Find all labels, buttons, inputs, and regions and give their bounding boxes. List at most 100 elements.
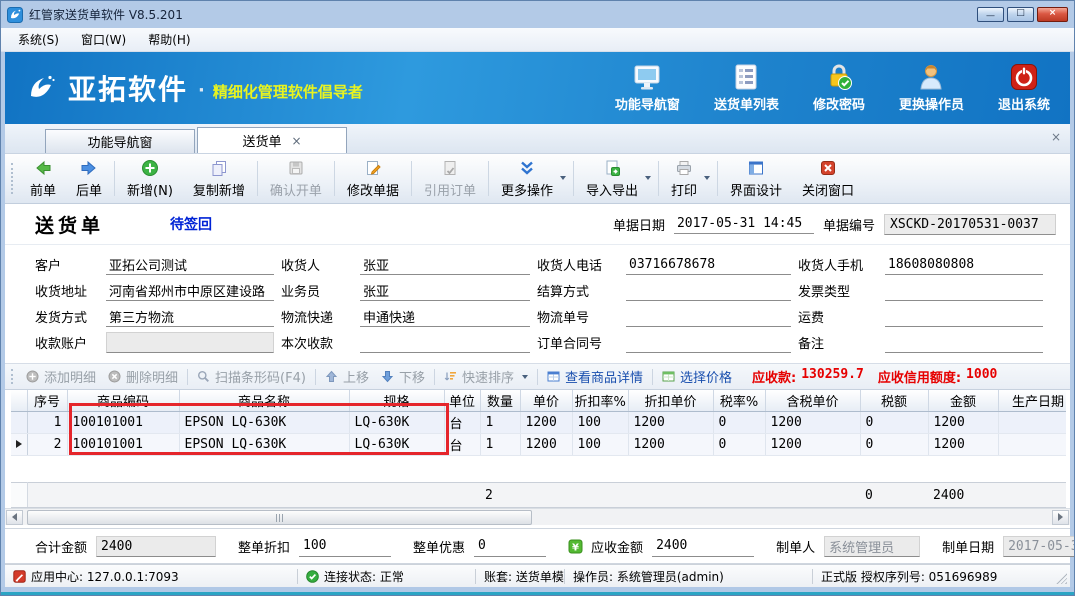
delete-detail-button[interactable]: 删除明细 [102, 365, 184, 388]
table-row[interactable]: 1100101001EPSON LQ-630KLQ-630K台112001001… [11, 411, 1066, 433]
function-nav-button[interactable]: 功能导航窗 [615, 63, 680, 113]
freight-field[interactable] [885, 306, 1043, 327]
column-header-2[interactable]: 商品名称 [179, 390, 349, 411]
dropdown-arrow-icon[interactable] [645, 176, 651, 180]
menu-item-1[interactable]: 窗口(W) [70, 28, 137, 51]
payment-account-field[interactable] [106, 332, 274, 353]
add-new-button[interactable]: 新增(N) [117, 156, 183, 201]
doc-reduction-field[interactable]: 0 [474, 536, 546, 557]
minimize-button[interactable]: — [977, 7, 1004, 22]
scrollbar-track[interactable] [24, 510, 1051, 525]
scan-barcode-button[interactable]: 扫描条形码(F4) [191, 365, 312, 388]
order-contract-field[interactable] [626, 332, 791, 353]
grid-cell[interactable]: 1200 [928, 433, 998, 455]
column-header-12[interactable]: 金额 [928, 390, 998, 411]
grid-cell[interactable]: 1 [480, 411, 520, 433]
delivery-method-field[interactable]: 第三方物流 [106, 306, 274, 327]
grid-cell[interactable]: 100 [572, 433, 628, 455]
menu-item-0[interactable]: 系统(S) [7, 28, 70, 51]
grid-cell[interactable]: 1200 [520, 411, 572, 433]
grid-cell[interactable]: EPSON LQ-630K [179, 433, 349, 455]
ui-design-button[interactable]: 界面设计 [720, 156, 792, 201]
grid-cell[interactable]: 1 [27, 411, 67, 433]
total-amount-field[interactable]: 2400 [96, 536, 216, 557]
column-header-10[interactable]: 含税单价 [765, 390, 860, 411]
view-product-detail-button[interactable]: 查看商品详情 [541, 365, 649, 388]
grid-cell[interactable]: 100 [572, 411, 628, 433]
change-password-button[interactable]: 修改密码 [813, 63, 865, 113]
column-header-0[interactable]: 序号 [27, 390, 67, 411]
column-header-4[interactable]: 单位 [444, 390, 480, 411]
grid-cell[interactable]: 1200 [628, 411, 713, 433]
receiver-field[interactable]: 张亚 [360, 254, 530, 275]
grid-cell[interactable]: EPSON LQ-630K [179, 411, 349, 433]
column-header-13[interactable]: 生产日期 [998, 390, 1066, 411]
import-export-button[interactable]: 导入导出 [576, 156, 656, 201]
delivery-list-button[interactable]: 送货单列表 [714, 63, 779, 113]
tab-function-nav[interactable]: 功能导航窗 [45, 129, 195, 153]
grid-cell[interactable]: 100101001 [67, 411, 179, 433]
grid-cell[interactable]: 1 [480, 433, 520, 455]
column-header-5[interactable]: 数量 [480, 390, 520, 411]
prev-doc-button[interactable]: 前单 [20, 156, 66, 201]
logistics-no-field[interactable] [626, 306, 791, 327]
confirm-open-button[interactable]: 确认开单 [260, 156, 332, 201]
logistics-express-field[interactable]: 申通快递 [360, 306, 530, 327]
move-down-button[interactable]: 下移 [375, 365, 431, 388]
maximize-button[interactable]: □ [1007, 7, 1034, 22]
customer-field[interactable]: 亚拓公司测试 [106, 254, 274, 275]
dropdown-arrow-icon[interactable] [522, 375, 528, 379]
grid-cell[interactable]: 0 [860, 433, 928, 455]
grid-cell[interactable]: LQ-630K [349, 411, 444, 433]
copy-add-button[interactable]: 复制新增 [183, 156, 255, 201]
salesman-field[interactable]: 张亚 [360, 280, 530, 301]
select-price-button[interactable]: 选择价格 [656, 365, 738, 388]
address-field[interactable]: 河南省郑州市中原区建设路 [106, 280, 274, 301]
tabstrip-close-icon[interactable]: × [1051, 131, 1061, 143]
switch-operator-button[interactable]: 更换操作员 [899, 63, 964, 113]
grid-cell[interactable]: 0 [860, 411, 928, 433]
print-button[interactable]: 打印 [661, 156, 715, 201]
quick-sort-button[interactable]: 快速排序 [438, 365, 534, 388]
tab-close-icon[interactable]: × [291, 135, 301, 147]
grid-cell[interactable]: 台 [444, 411, 480, 433]
column-header-7[interactable]: 折扣率% [572, 390, 628, 411]
doc-discount-field[interactable]: 100 [299, 536, 391, 557]
creator-field[interactable]: 系统管理员 [824, 536, 920, 557]
column-header-1[interactable]: 商品编码 [67, 390, 179, 411]
more-actions-button[interactable]: 更多操作 [491, 156, 571, 201]
grid-cell[interactable]: 1200 [520, 433, 572, 455]
close-window-button[interactable]: 关闭窗口 [792, 156, 864, 201]
grid-cell[interactable]: 0 [713, 433, 765, 455]
grid-cell[interactable]: 1200 [765, 433, 860, 455]
menu-item-2[interactable]: 帮助(H) [137, 28, 201, 51]
column-header-9[interactable]: 税率% [713, 390, 765, 411]
invoice-type-field[interactable] [885, 280, 1043, 301]
grid-cell[interactable]: 0 [713, 411, 765, 433]
remark-field[interactable] [885, 332, 1043, 353]
grid-cell[interactable]: 2 [27, 433, 67, 455]
add-detail-button[interactable]: 添加明细 [20, 365, 102, 388]
dropdown-arrow-icon[interactable] [560, 176, 566, 180]
receivable-amount-field[interactable]: 2400 [652, 536, 754, 557]
grid-cell[interactable] [998, 411, 1066, 433]
next-doc-button[interactable]: 后单 [66, 156, 112, 201]
tab-delivery-order[interactable]: 送货单 × [197, 127, 347, 153]
scrollbar-thumb[interactable] [27, 510, 532, 525]
column-header-3[interactable]: 规格 [349, 390, 444, 411]
column-header-6[interactable]: 单价 [520, 390, 572, 411]
grid-cell[interactable] [998, 433, 1066, 455]
current-payment-field[interactable] [360, 332, 530, 353]
grid-cell[interactable]: 1200 [765, 411, 860, 433]
grid-cell[interactable]: 1200 [928, 411, 998, 433]
table-row[interactable]: 2100101001EPSON LQ-630KLQ-630K台112001001… [11, 433, 1066, 455]
grid-cell[interactable]: LQ-630K [349, 433, 444, 455]
settlement-field[interactable] [626, 280, 791, 301]
close-button[interactable]: × [1037, 7, 1068, 22]
exit-system-button[interactable]: 退出系统 [998, 63, 1050, 113]
receiver-mobile-field[interactable]: 18608080808 [885, 254, 1043, 275]
doc-date-field[interactable]: 2017-05-31 14:45 [674, 214, 814, 234]
column-header-11[interactable]: 税额 [860, 390, 928, 411]
grid-cell[interactable]: 100101001 [67, 433, 179, 455]
column-header-8[interactable]: 折扣单价 [628, 390, 713, 411]
